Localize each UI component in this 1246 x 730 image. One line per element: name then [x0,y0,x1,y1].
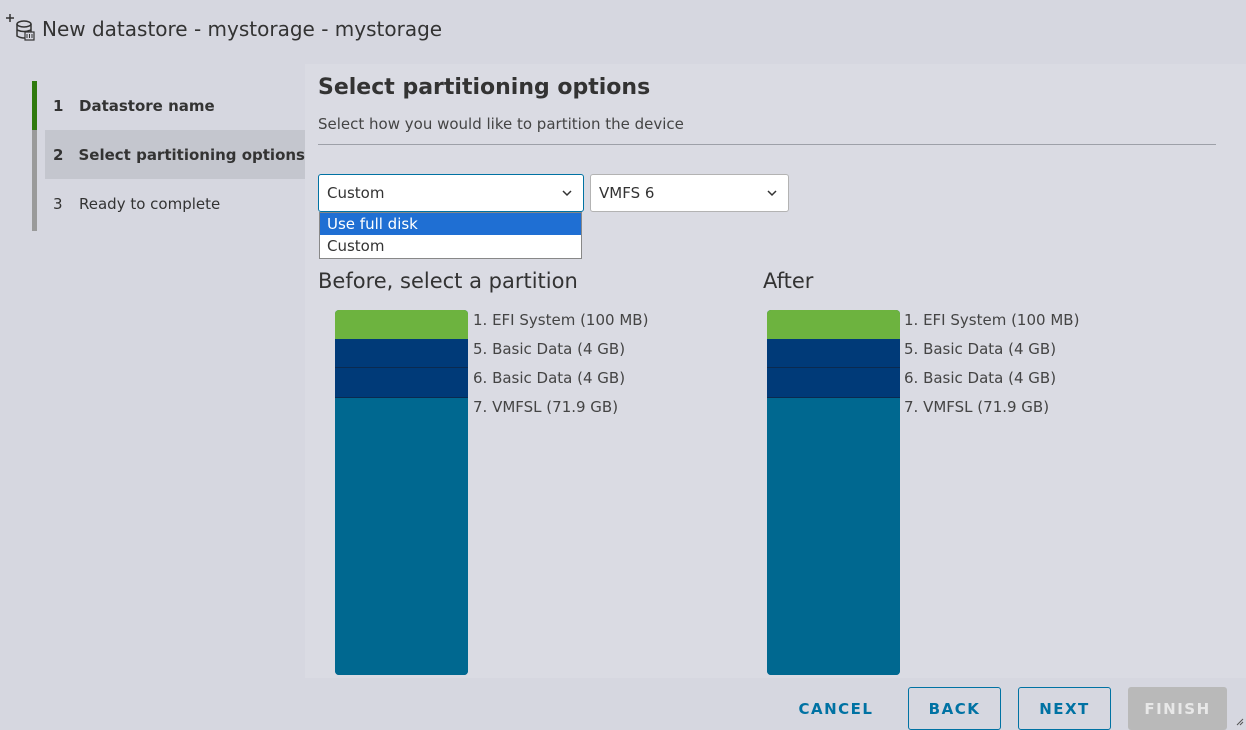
chevron-down-icon [767,190,777,197]
page-title: Select partitioning options [318,75,651,100]
select-value: VMFS 6 [599,184,655,202]
partition-scheme-select[interactable]: Custom [318,174,584,212]
wizard-step-ready-to-complete[interactable]: 3 Ready to complete [45,179,305,228]
wizard-step-datastore-name[interactable]: 1 Datastore name [45,81,305,130]
partition-label: 7. VMFSL (71.9 GB) [904,398,1050,416]
partition-vmfsl [767,398,900,675]
partition-basic-data-6 [767,368,900,398]
partition-scheme-dropdown-list: Use full disk Custom [319,212,582,259]
step-number: 3 [53,194,63,213]
dialog-title: New datastore - mystorage - mystorage [42,17,443,41]
before-heading: Before, select a partition [318,269,578,293]
cancel-button[interactable]: CANCEL [786,687,886,730]
partition-label: 1. EFI System (100 MB) [473,311,649,329]
new-datastore-icon [6,14,35,41]
partition-label: 5. Basic Data (4 GB) [904,340,1057,358]
step-label: Ready to complete [79,194,221,213]
wizard-steps-sidebar: 1 Datastore name 2 Select partitioning o… [0,64,305,678]
partition-label: 7. VMFSL (71.9 GB) [473,398,619,416]
partition-label: 5. Basic Data (4 GB) [473,340,626,358]
partition-efi-system[interactable] [335,310,468,339]
chevron-down-icon [562,190,572,197]
partition-basic-data-5[interactable] [335,339,468,368]
partition-efi-system [767,310,900,339]
partition-label: 6. Basic Data (4 GB) [904,369,1057,387]
finish-button[interactable]: FINISH [1128,687,1227,730]
partition-label: 1. EFI System (100 MB) [904,311,1080,329]
partition-basic-data-6[interactable] [335,368,468,398]
partition-label: 6. Basic Data (4 GB) [473,369,626,387]
page-subtitle: Select how you would like to partition t… [318,115,684,133]
resize-grip-icon[interactable] [1234,716,1244,726]
dialog-title-bar: New datastore - mystorage - mystorage [0,0,1246,64]
wizard-step-select-partitioning[interactable]: 2 Select partitioning options [45,130,305,179]
next-button[interactable]: NEXT [1018,687,1111,730]
before-disk-partition-map [335,310,468,675]
step-label: Select partitioning options [78,145,306,164]
select-value: Custom [327,184,385,202]
wizard-content: Select partitioning options Select how y… [305,64,1246,678]
wizard-footer: CANCEL BACK NEXT FINISH [0,678,1246,730]
step-number: 1 [53,96,64,115]
step-label: Datastore name [79,96,215,115]
divider [318,144,1216,145]
vmfs-version-select[interactable]: VMFS 6 [590,174,789,212]
dropdown-option-use-full-disk[interactable]: Use full disk [320,213,581,235]
back-button[interactable]: BACK [908,687,1001,730]
after-disk-partition-map [767,310,900,675]
dropdown-option-custom[interactable]: Custom [320,235,581,257]
partition-vmfsl[interactable] [335,398,468,675]
step-progress-done-marker [32,81,37,130]
partition-basic-data-5 [767,339,900,368]
after-heading: After [763,269,814,293]
step-number: 2 [53,145,64,164]
